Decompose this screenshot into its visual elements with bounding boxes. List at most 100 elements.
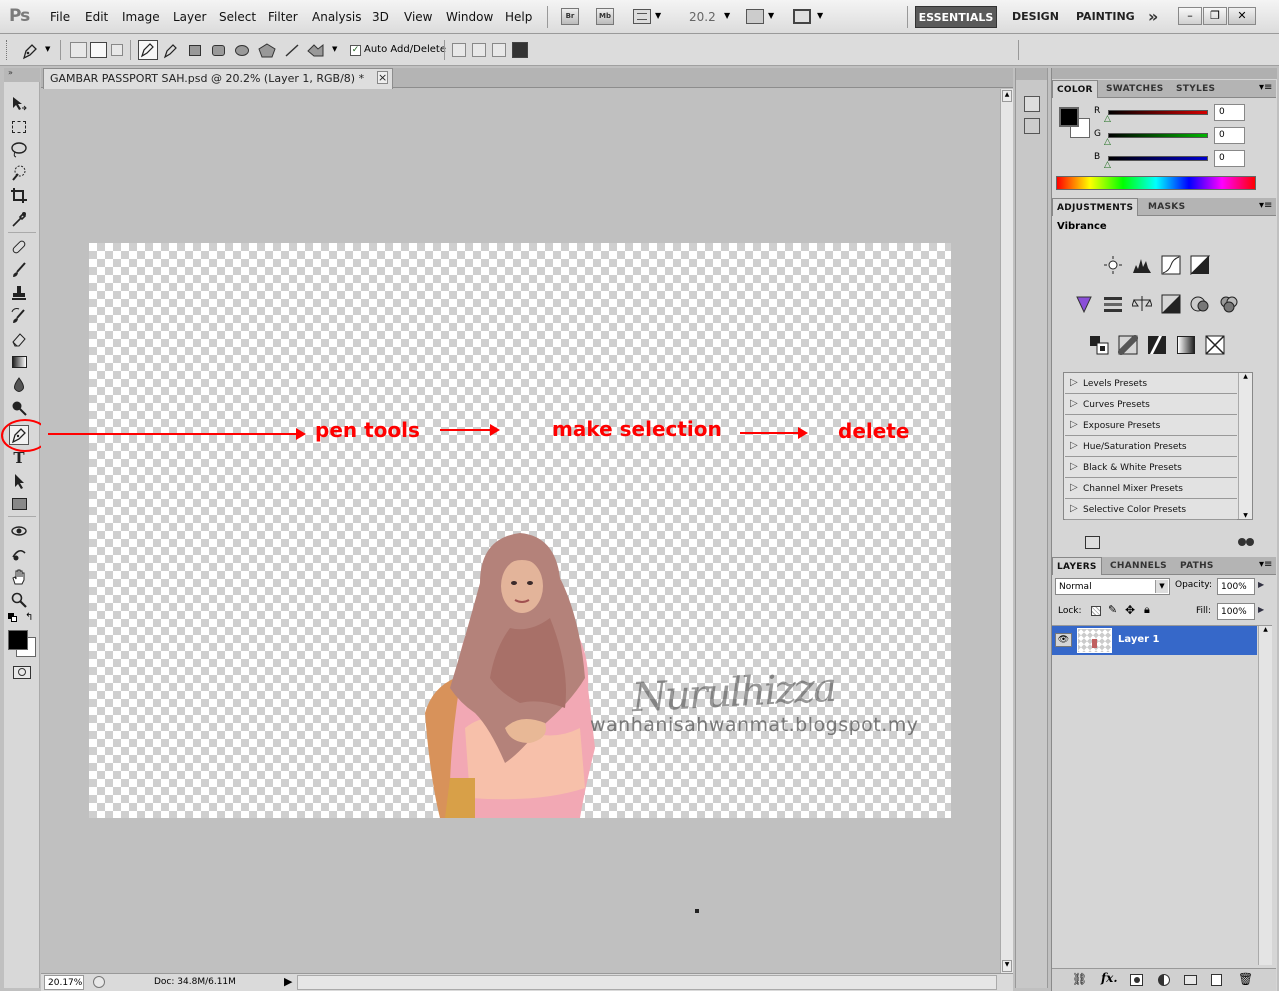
more-workspaces-icon[interactable]: » [1148,7,1158,26]
menu-window[interactable]: Window [446,10,493,24]
close-button[interactable]: ✕ [1228,7,1256,25]
custom-shape-icon[interactable] [306,42,326,59]
bridge-button[interactable]: Br [561,8,579,25]
menu-file[interactable]: File [50,10,70,24]
freeform-pen-icon[interactable] [162,42,179,59]
document-tab[interactable]: GAMBAR PASSPORT SAH.psd @ 20.2% (Layer 1… [43,68,393,89]
workspace-painting[interactable]: PAINTING [1076,10,1135,23]
slider-thumb-icon[interactable]: △ [1104,137,1111,147]
gradient-tool-icon[interactable] [9,352,29,372]
path-subtract-icon[interactable] [472,43,486,57]
link-layers-icon[interactable]: ⛓︎ [1072,972,1087,986]
channel-mixer-icon[interactable] [1218,294,1240,314]
chevron-down-icon[interactable]: ▼ [768,11,774,20]
horizontal-scrollbar[interactable] [297,975,997,990]
menu-select[interactable]: Select [219,10,256,24]
gradient-map-icon[interactable] [1175,335,1197,355]
crop-tool-icon[interactable] [9,186,29,206]
foreground-color-swatch[interactable] [1059,107,1079,127]
green-slider[interactable] [1108,133,1208,138]
preset-levels[interactable]: ▷ Levels Presets [1065,374,1237,394]
slider-thumb-icon[interactable]: △ [1104,160,1111,170]
chevron-down-icon[interactable]: ▼ [655,11,661,20]
pen-tool-option-icon[interactable] [138,40,158,60]
path-add-icon[interactable] [452,43,466,57]
presets-scrollbar[interactable]: ▲ ▼ [1238,373,1252,519]
color-spectrum-ramp[interactable] [1056,176,1256,190]
opacity-slider-arrow-icon[interactable]: ▶ [1258,580,1264,589]
red-slider[interactable] [1108,110,1208,115]
3d-orbit-tool-icon[interactable] [9,544,29,564]
layers-scrollbar[interactable]: ▲ [1258,626,1272,965]
history-brush-tool-icon[interactable] [9,306,29,326]
extras-grid-icon[interactable] [633,9,651,24]
preset-hue-saturation[interactable]: ▷ Hue/Saturation Presets [1065,437,1237,457]
marquee-tool-icon[interactable] [9,117,29,137]
healing-brush-tool-icon[interactable] [9,237,29,257]
hand-tool-icon[interactable] [9,567,29,587]
chevron-down-icon[interactable]: ▼ [724,11,730,20]
blur-tool-icon[interactable] [9,375,29,395]
zoom-tool-icon[interactable] [9,590,29,610]
arrange-documents-icon[interactable] [746,9,764,24]
menu-filter[interactable]: Filter [268,10,298,24]
tab-adjustments[interactable]: ADJUSTMENTS [1052,198,1139,216]
blue-slider[interactable] [1108,156,1208,161]
chevron-down-icon[interactable]: ▼ [1155,580,1168,593]
levels-icon[interactable] [1131,255,1153,275]
preset-channel-mixer[interactable]: ▷ Channel Mixer Presets [1065,479,1237,499]
zoom-field[interactable]: 20.17% [44,975,84,990]
blend-mode-select[interactable]: Normal ▼ [1055,578,1170,595]
quick-mask-icon[interactable] [13,666,31,679]
lock-pixels-icon[interactable]: ✎ [1108,603,1117,616]
chevron-down-icon[interactable]: ▼ [45,45,50,53]
curves-icon[interactable] [1160,255,1182,275]
color-balance-icon[interactable] [1131,294,1153,314]
vertical-scrollbar[interactable]: ▲ ▼ [1000,89,1013,973]
dodge-tool-icon[interactable] [9,398,29,418]
tab-masks[interactable]: MASKS [1144,198,1189,216]
rounded-rectangle-tool-icon[interactable] [212,45,225,56]
tab-paths[interactable]: PATHS [1176,557,1218,575]
preset-selective-color[interactable]: ▷ Selective Color Presets [1065,500,1237,520]
zoom-level[interactable]: 20.2 [689,10,716,24]
rectangle-tool-icon[interactable] [189,45,201,56]
actions-panel-icon[interactable] [1024,118,1040,134]
black-white-icon[interactable] [1160,294,1182,314]
menu-edit[interactable]: Edit [85,10,108,24]
path-intersect-icon[interactable] [492,43,506,57]
screen-mode-icon[interactable] [793,9,811,24]
tab-channels[interactable]: CHANNELS [1106,557,1171,575]
clip-to-layer-icon[interactable] [1238,536,1258,549]
tab-layers[interactable]: LAYERS [1052,557,1102,575]
dock-header[interactable] [1052,68,1277,79]
fill-pixels-icon[interactable] [111,44,123,56]
hue-saturation-icon[interactable] [1102,294,1124,314]
close-tab-icon[interactable]: × [377,71,388,84]
new-group-icon[interactable] [1184,975,1197,985]
chevron-down-icon[interactable]: ▼ [817,11,823,20]
delete-layer-icon[interactable]: 🗑︎ [1238,972,1253,986]
blue-value-input[interactable]: 0 [1214,150,1245,167]
lock-position-icon[interactable]: ✥ [1125,603,1135,617]
workspace-design[interactable]: DESIGN [1012,10,1059,23]
history-panel-icon[interactable] [1024,96,1040,112]
menu-layer[interactable]: Layer [173,10,206,24]
clone-stamp-tool-icon[interactable] [9,283,29,303]
threshold-icon[interactable] [1146,335,1168,355]
panel-menu-icon[interactable]: ▾≡ [1259,559,1272,570]
exposure-icon[interactable] [1189,255,1211,275]
quick-selection-tool-icon[interactable] [9,163,29,183]
fill-input[interactable]: 100% [1217,603,1255,620]
dock-header[interactable] [1016,68,1047,80]
red-value-input[interactable]: 0 [1214,104,1245,121]
eyedropper-tool-icon[interactable] [9,209,29,229]
pen-preset-icon[interactable] [20,42,40,60]
minimize-button[interactable]: – [1178,7,1202,25]
status-info-icon[interactable] [93,976,105,988]
invert-icon[interactable] [1088,335,1110,355]
status-menu-arrow-icon[interactable]: ▶ [284,975,292,988]
eye-visibility-icon[interactable]: 👁︎ [1055,633,1072,647]
lock-all-icon[interactable]: 🔒︎ [1144,603,1150,617]
add-mask-icon[interactable] [1130,974,1143,986]
